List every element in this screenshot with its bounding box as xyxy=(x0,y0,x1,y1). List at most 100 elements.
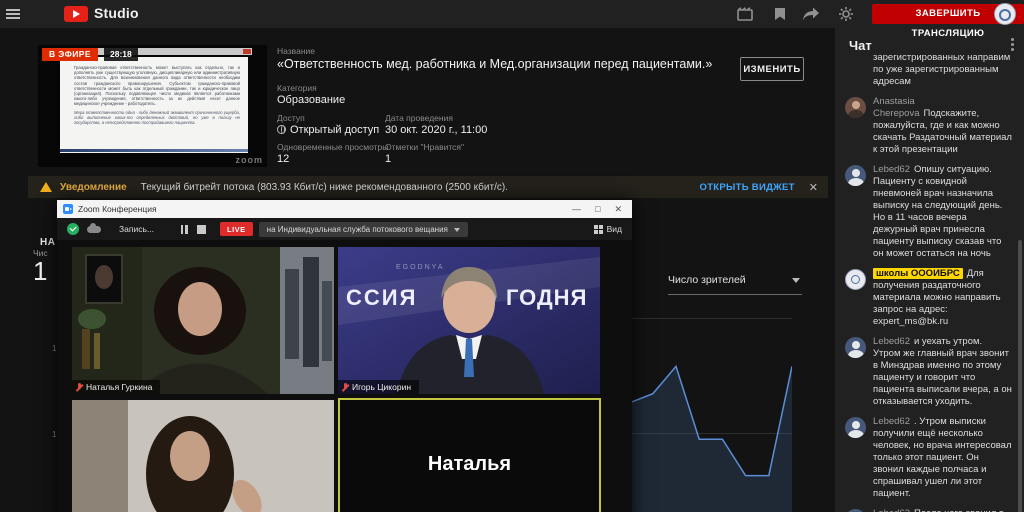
close-icon[interactable]: ✕ xyxy=(809,181,818,194)
avatar-spacer xyxy=(845,52,866,88)
participant-tile-natalia-active[interactable]: Наталья xyxy=(338,398,601,512)
slide-text: Мера ответственности одна - либо денежны… xyxy=(74,110,240,126)
close-icon xyxy=(243,49,251,54)
zoom-app-icon xyxy=(63,204,73,214)
minimize-button[interactable]: — xyxy=(572,204,581,215)
topbar: Studio ЗАВЕРШИТЬ ТРАНСЛЯЦИЮ xyxy=(0,0,1024,28)
gear-icon[interactable] xyxy=(838,7,854,21)
concurrent-views-label: Одновременные просмотры xyxy=(277,142,388,152)
y-axis-tick: 1 xyxy=(52,344,56,353)
access-label: Доступ xyxy=(277,113,305,123)
youtube-logo[interactable] xyxy=(64,6,88,22)
avatar[interactable] xyxy=(845,97,866,118)
zoom-titlebar[interactable]: Zoom Конференция — □ ✕ xyxy=(57,200,632,218)
chat-message-text: Опишу ситуацию. Пациенту с ковидной пнев… xyxy=(873,164,1002,259)
menu-icon[interactable] xyxy=(6,9,20,19)
svg-text:EGODNYA: EGODNYA xyxy=(396,264,445,271)
category-value: Образование xyxy=(277,94,345,106)
slide-text: Гражданско-правовая ответственность може… xyxy=(74,65,240,107)
bookmark-icon[interactable] xyxy=(772,7,788,21)
y-axis-tick: 1 xyxy=(52,430,56,439)
avatar[interactable] xyxy=(845,165,866,186)
chat-message[interactable]: Lebed62и уехать утром. Утром же главный … xyxy=(845,336,1012,408)
participant-video xyxy=(72,400,334,512)
stream-target-dropdown[interactable]: на Индивидуальная служба потокового веща… xyxy=(259,222,468,237)
analytics-tab-fragment[interactable]: НА xyxy=(40,237,55,248)
category-label: Категория xyxy=(277,83,317,93)
notification-message: Текущий битрейт потока (803.93 Кбит/с) н… xyxy=(141,182,508,193)
share-icon[interactable] xyxy=(803,7,819,21)
open-widget-link[interactable]: ОТКРЫТЬ ВИДЖЕТ xyxy=(700,182,795,193)
warning-icon xyxy=(40,182,52,192)
viewers-metric-value: 1 xyxy=(33,256,47,287)
globe-icon xyxy=(277,125,286,134)
pause-recording-button[interactable] xyxy=(180,225,189,234)
chat-author: Lebed62 xyxy=(873,164,910,175)
live-indicator: LIVE xyxy=(220,222,253,236)
participant-tile-natalia-gurkina[interactable]: Наталья Гуркина xyxy=(72,247,334,394)
stop-recording-button[interactable] xyxy=(197,225,206,234)
slide-footer-accent xyxy=(60,149,248,152)
zoom-toolbar: Запись... LIVE на Индивидуальная служба … xyxy=(57,218,632,240)
avatar[interactable] xyxy=(845,417,866,438)
chat-message-text: зарегистрированных направим по уже зарег… xyxy=(873,52,1010,87)
chat-header: Чат xyxy=(849,38,872,53)
zoom-window-title: Zoom Конференция xyxy=(78,204,157,214)
participant-tile-unnamed[interactable] xyxy=(72,400,334,512)
participant-tile-igor-tsikorin[interactable]: EGODNYA ССИЯ ГОДНЯ Игорь Цикорин xyxy=(338,247,600,394)
participant-name-tag: Игорь Цикорин xyxy=(338,380,419,394)
close-button[interactable]: ✕ xyxy=(614,204,622,215)
chat-menu-icon[interactable] xyxy=(1011,38,1014,51)
chat-message[interactable]: Lebed62После чего звонил в минздрав и жа… xyxy=(845,508,1012,512)
chat-author-highlighted: школы ОООИБРС xyxy=(873,268,963,279)
edit-button[interactable]: ИЗМЕНИТЬ xyxy=(740,57,804,81)
title-label: Название xyxy=(277,46,315,56)
notification-label: Уведомление xyxy=(60,182,127,193)
live-chat-panel: Чат зарегистрированных направим по уже з… xyxy=(835,28,1024,512)
recording-status: Запись... xyxy=(119,224,154,234)
likes-label: Отметки "Нравится" xyxy=(385,142,464,152)
bitrate-notification: Уведомление Текущий битрейт потока (803.… xyxy=(28,176,828,198)
live-preview-thumbnail[interactable]: Гражданско-правовая ответственность може… xyxy=(38,45,267,167)
date-value: 30 окт. 2020 г., 11:00 xyxy=(385,124,487,136)
cloud-recording-icon xyxy=(87,226,101,233)
create-video-icon[interactable] xyxy=(737,7,753,21)
live-timer: 28:18 xyxy=(104,48,138,61)
channel-avatar[interactable] xyxy=(994,3,1016,25)
chat-author: Lebed62 xyxy=(873,336,910,347)
chat-scrollbar[interactable] xyxy=(1018,240,1022,512)
grid-view-icon xyxy=(594,225,603,234)
maximize-button[interactable]: □ xyxy=(595,204,600,215)
svg-text:ССИЯ: ССИЯ xyxy=(346,285,417,310)
viewers-metric-dropdown-label: Число зрителей xyxy=(668,274,746,286)
avatar[interactable] xyxy=(845,337,866,358)
likes-value: 1 xyxy=(385,153,391,165)
access-value: Открытый доступ xyxy=(277,124,379,136)
chat-author: Anastasia Cherepova xyxy=(873,96,919,119)
encryption-shield-icon[interactable] xyxy=(67,223,79,235)
chat-message[interactable]: зарегистрированных направим по уже зарег… xyxy=(845,52,1012,88)
participant-name: Наталья xyxy=(428,453,511,476)
studio-wordmark: Studio xyxy=(94,5,139,21)
participant-name-tag: Наталья Гуркина xyxy=(72,380,160,394)
zoom-conference-window[interactable]: Zoom Конференция — □ ✕ Запись... LIVE на… xyxy=(57,200,632,512)
channel-logo-mark xyxy=(999,9,1011,21)
presentation-slide: Гражданско-правовая ответственность може… xyxy=(60,57,248,153)
participant-video: EGODNYA ССИЯ ГОДНЯ xyxy=(338,247,600,394)
live-badge: В ЭФИРЕ xyxy=(42,48,98,61)
svg-text:ГОДНЯ: ГОДНЯ xyxy=(506,285,587,310)
youtube-studio-live-dashboard: НА Чис 1 1 1 Число зрителей Гражданско-п… xyxy=(0,0,1024,512)
chat-message[interactable]: Lebed62Опишу ситуацию. Пациенту с ковидн… xyxy=(845,164,1012,260)
chat-message[interactable]: Anastasia CherepovaПодскажите, пожалуйст… xyxy=(845,96,1012,156)
avatar[interactable] xyxy=(845,269,866,290)
view-button[interactable]: Вид xyxy=(594,224,632,234)
chevron-down-icon xyxy=(454,228,460,232)
participant-video xyxy=(72,247,334,394)
chat-message[interactable]: школы ОООИБРСДля получения раздаточного … xyxy=(845,268,1012,328)
chevron-down-icon xyxy=(792,278,800,283)
chat-message[interactable]: Lebed62. Утром выписки получили ещё неск… xyxy=(845,416,1012,500)
date-label: Дата проведения xyxy=(385,113,453,123)
chat-author: Lebed62 xyxy=(873,508,910,512)
chat-message-text: . Утром выписки получили ещё несколько ч… xyxy=(873,416,1012,499)
viewers-metric-dropdown[interactable]: Число зрителей xyxy=(668,274,802,295)
